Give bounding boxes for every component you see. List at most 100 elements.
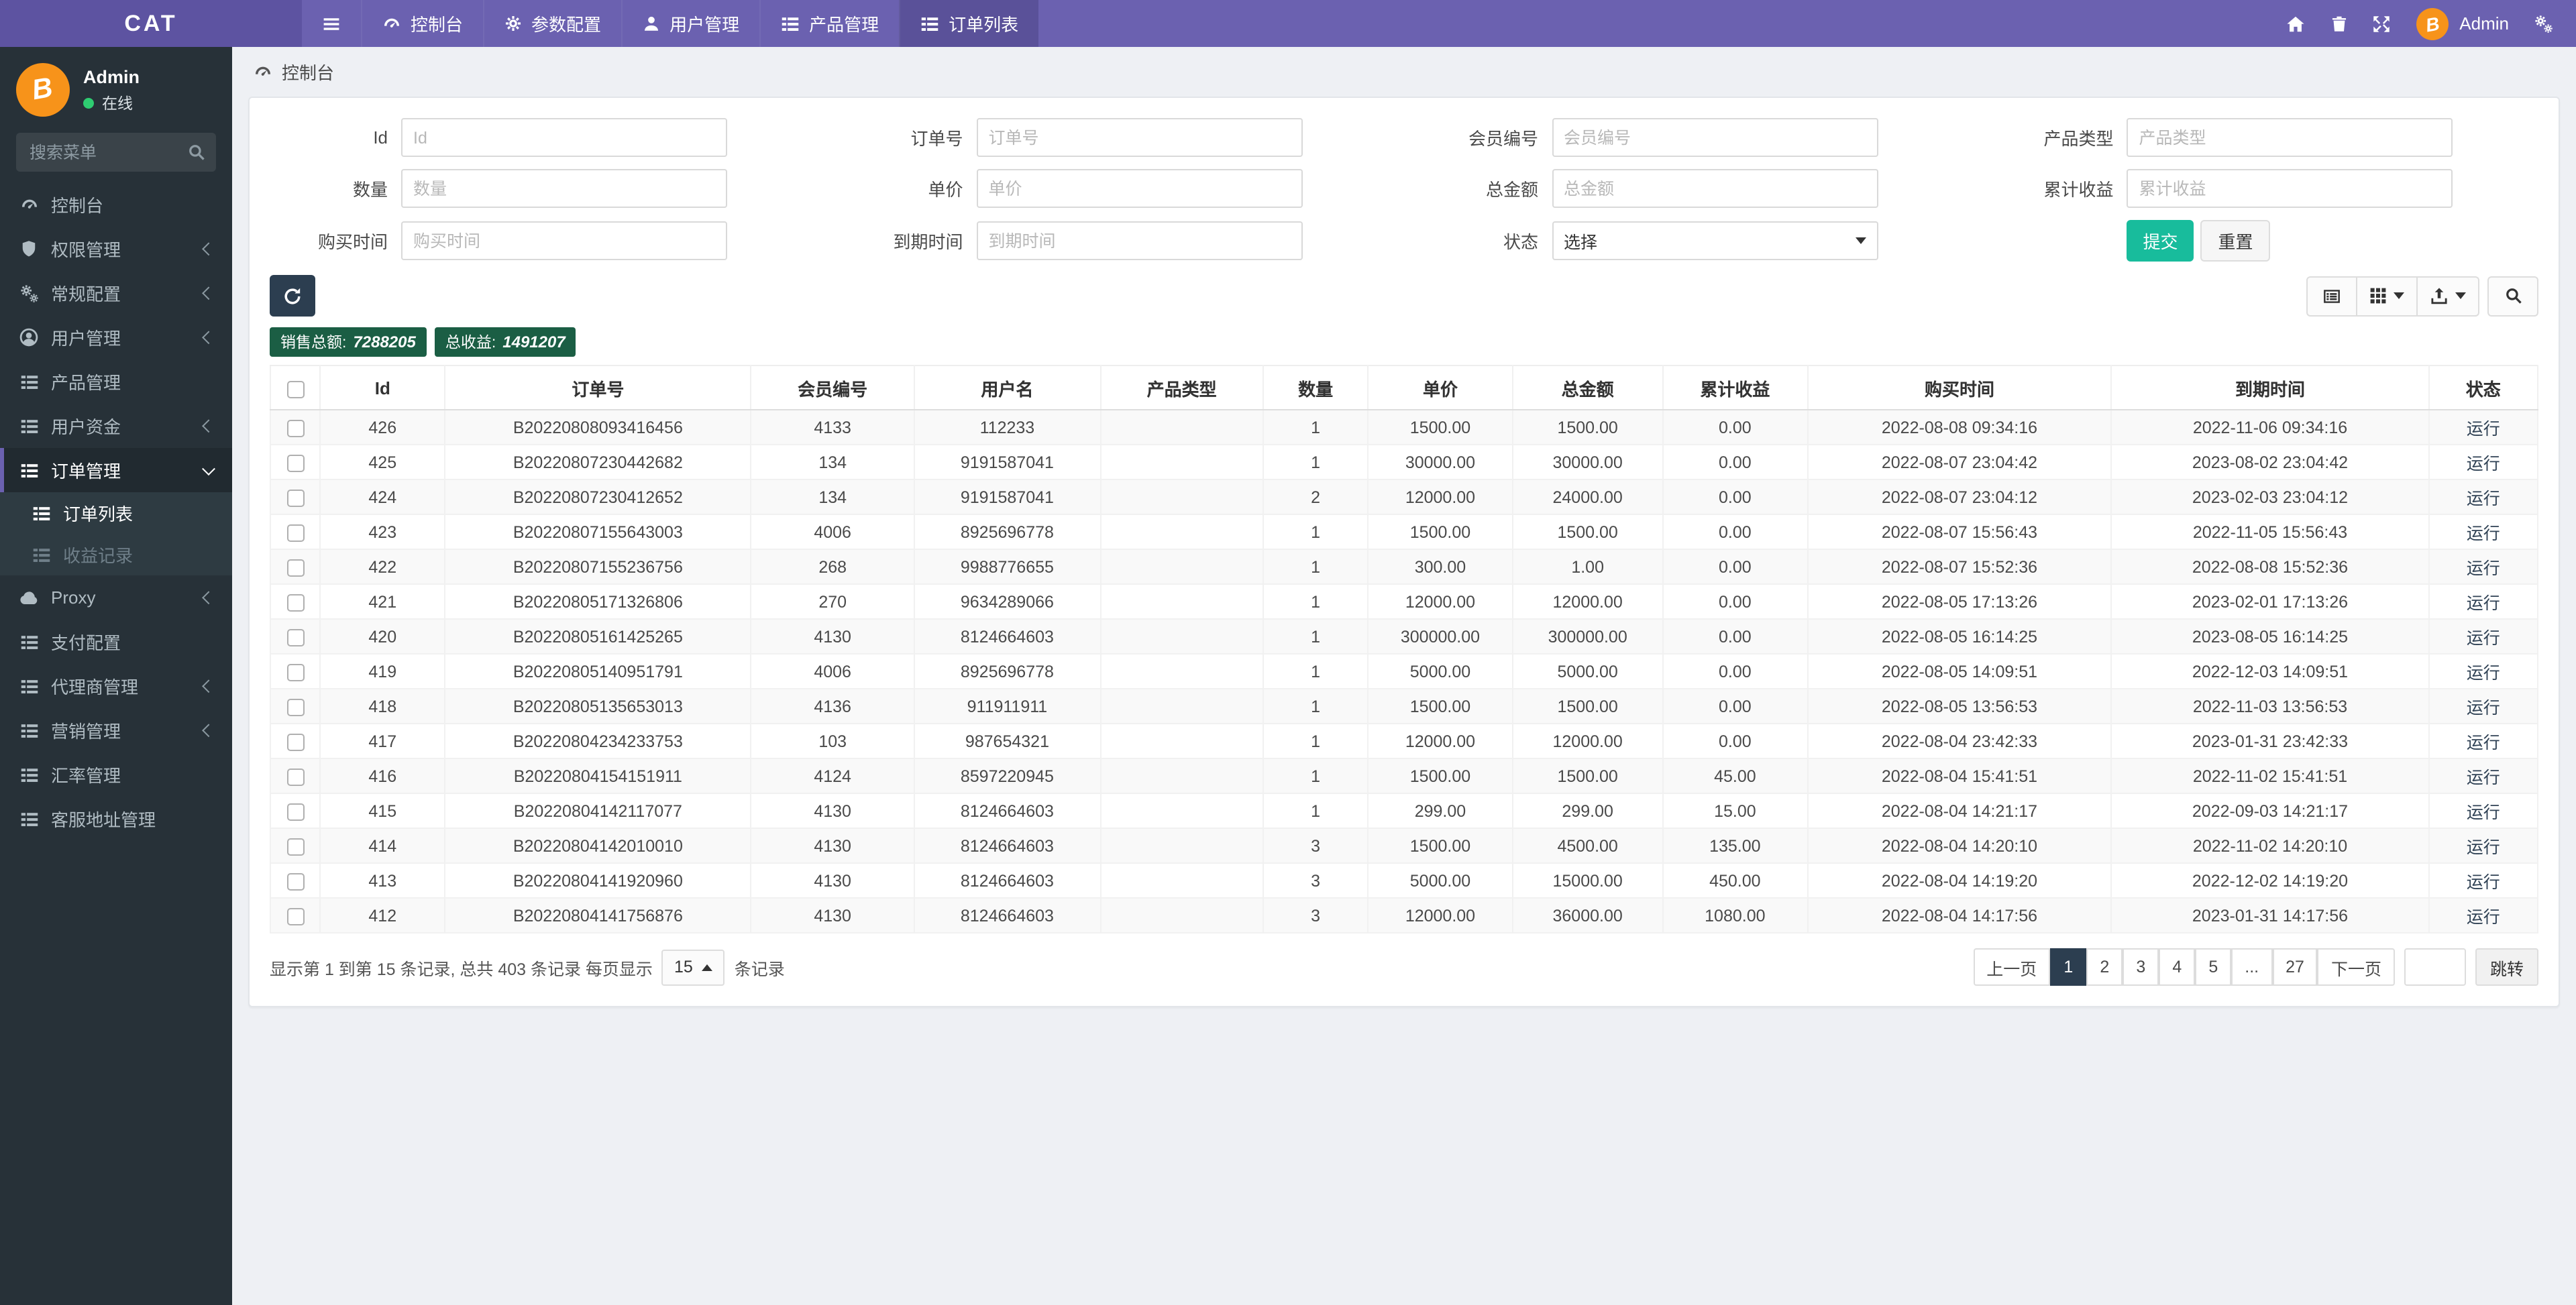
chevron-left-icon bbox=[202, 330, 215, 344]
sidebar-sublink-order-list[interactable]: 订单列表 bbox=[0, 492, 232, 534]
accumulated-profit-input[interactable] bbox=[2127, 169, 2453, 208]
search-toggle-button[interactable] bbox=[2487, 276, 2538, 316]
page-button-3[interactable]: 3 bbox=[2123, 948, 2159, 986]
settings-button[interactable] bbox=[2522, 0, 2565, 47]
page-button-4[interactable]: 4 bbox=[2159, 948, 2196, 986]
cell: 2022-08-04 14:19:20 bbox=[1807, 862, 2112, 899]
topnav-item-order-list[interactable]: 订单列表 bbox=[899, 0, 1039, 47]
export-button[interactable] bbox=[2416, 276, 2479, 316]
row-checkbox[interactable] bbox=[286, 698, 305, 716]
topnav-item-label: 用户管理 bbox=[669, 15, 740, 35]
cell: B20220807155643003 bbox=[444, 514, 752, 550]
row-checkbox[interactable] bbox=[286, 663, 305, 681]
order-no-input[interactable] bbox=[976, 118, 1303, 157]
home-button[interactable] bbox=[2274, 0, 2317, 47]
topnav-item-params-config[interactable]: 参数配置 bbox=[483, 0, 621, 47]
sidebar-link-marketing-management[interactable]: 营销管理 bbox=[0, 708, 232, 752]
cell bbox=[1099, 828, 1265, 864]
sidebar-link-product-management[interactable]: 产品管理 bbox=[0, 359, 232, 404]
topnav-item-dashboard[interactable]: 控制台 bbox=[361, 0, 483, 47]
sidebar-link-agent-management[interactable]: 代理商管理 bbox=[0, 664, 232, 708]
sidebar-link-permission-management[interactable]: 权限管理 bbox=[0, 227, 232, 271]
sidebar-sublink-profit-records[interactable]: 收益记录 bbox=[0, 534, 232, 575]
row-checkbox[interactable] bbox=[286, 838, 305, 856]
page-jump-button[interactable]: 跳转 bbox=[2475, 948, 2538, 986]
row-checkbox-cell bbox=[269, 653, 321, 689]
sidebar-subitem-order-list: 订单列表 bbox=[0, 492, 232, 534]
status-select[interactable]: 选择 bbox=[1552, 221, 1878, 260]
sidebar-link-exchange-rate-management[interactable]: 汇率管理 bbox=[0, 752, 232, 797]
id-input[interactable] bbox=[401, 118, 727, 157]
toggle-view-button[interactable] bbox=[2306, 276, 2357, 316]
row-checkbox-cell bbox=[269, 479, 321, 515]
sidebar-link-payment-config[interactable]: 支付配置 bbox=[0, 620, 232, 664]
unit-price-input[interactable] bbox=[976, 169, 1303, 208]
page-jump-input[interactable] bbox=[2404, 948, 2466, 986]
status-text: 运行 bbox=[2428, 444, 2539, 480]
refresh-button[interactable] bbox=[270, 275, 315, 317]
cell: 413 bbox=[319, 862, 446, 899]
table-row: 426 B20220808093416456 4133 112233 1 1500.00 1… bbox=[269, 409, 2539, 445]
cell: 0.00 bbox=[1662, 514, 1809, 550]
page-button-5[interactable]: 5 bbox=[2195, 948, 2232, 986]
total-amount-input[interactable] bbox=[1552, 169, 1878, 208]
cell: 2022-11-05 15:56:43 bbox=[2110, 514, 2430, 550]
sidebar-user-name: Admin bbox=[83, 66, 140, 87]
row-checkbox[interactable] bbox=[286, 733, 305, 751]
cell: 0.00 bbox=[1662, 653, 1809, 689]
cell: 0.00 bbox=[1662, 549, 1809, 585]
sidebar-link-dashboard[interactable]: 控制台 bbox=[0, 182, 232, 227]
row-checkbox[interactable] bbox=[286, 768, 305, 786]
sidebar-item-agent-management: 代理商管理 bbox=[0, 664, 232, 708]
cell: 9988776655 bbox=[913, 549, 1101, 585]
clear-cache-button[interactable] bbox=[2317, 0, 2360, 47]
topnav-item-product-management[interactable]: 产品管理 bbox=[759, 0, 899, 47]
prev-page-button[interactable]: 上一页 bbox=[1973, 948, 2051, 986]
row-checkbox[interactable] bbox=[286, 872, 305, 891]
user-menu[interactable]: B Admin bbox=[2403, 0, 2522, 47]
row-checkbox[interactable] bbox=[286, 593, 305, 612]
cell: 103 bbox=[750, 723, 915, 759]
columns-button[interactable] bbox=[2356, 276, 2418, 316]
cell: 300000.00 bbox=[1512, 618, 1664, 655]
table-row: 412 B20220804141756876 4130 8124664603 3 1200… bbox=[269, 897, 2539, 933]
sidebar-toggle-button[interactable] bbox=[302, 0, 361, 47]
page-button-1[interactable]: 1 bbox=[2050, 948, 2087, 986]
sidebar-link-general-config[interactable]: 常规配置 bbox=[0, 271, 232, 315]
sidebar-link-user-management[interactable]: 用户管理 bbox=[0, 315, 232, 359]
product-type-input[interactable] bbox=[2127, 118, 2453, 157]
row-checkbox[interactable] bbox=[286, 559, 305, 577]
sidebar-link-proxy[interactable]: Proxy bbox=[0, 575, 232, 620]
row-checkbox[interactable] bbox=[286, 419, 305, 437]
submit-button[interactable]: 提交 bbox=[2127, 220, 2194, 262]
reset-button[interactable]: 重置 bbox=[2200, 220, 2271, 262]
page-size-dropdown[interactable]: 15 bbox=[661, 949, 725, 985]
brand-logo[interactable]: CAT bbox=[0, 0, 302, 47]
next-page-button[interactable]: 下一页 bbox=[2317, 948, 2395, 986]
page-list: 上一页 1 2 3 4 5... 27 下一页 bbox=[1973, 948, 2395, 986]
topnav-item-user-management[interactable]: 用户管理 bbox=[621, 0, 759, 47]
cell: 0.00 bbox=[1662, 409, 1809, 445]
row-checkbox[interactable] bbox=[286, 803, 305, 821]
row-checkbox[interactable] bbox=[286, 628, 305, 646]
select-all-checkbox[interactable] bbox=[286, 380, 305, 398]
page-button-27[interactable]: 27 bbox=[2272, 948, 2318, 986]
sidebar-link-service-address-management[interactable]: 客服地址管理 bbox=[0, 797, 232, 841]
cell: 2022-08-04 14:20:10 bbox=[1807, 828, 2112, 864]
cell: 270 bbox=[750, 583, 915, 620]
row-checkbox[interactable] bbox=[286, 907, 305, 925]
buy-time-input[interactable] bbox=[401, 221, 727, 260]
cell: 4500.00 bbox=[1512, 828, 1664, 864]
sidebar-link-order-management[interactable]: 订单管理 bbox=[0, 448, 232, 492]
member-no-input[interactable] bbox=[1552, 118, 1878, 157]
row-checkbox[interactable] bbox=[286, 489, 305, 507]
expire-time-input[interactable] bbox=[976, 221, 1303, 260]
page-button-2[interactable]: 2 bbox=[2086, 948, 2123, 986]
cell bbox=[1099, 479, 1265, 515]
sidebar-link-user-funds[interactable]: 用户资金 bbox=[0, 404, 232, 448]
fullscreen-button[interactable] bbox=[2360, 0, 2403, 47]
row-checkbox[interactable] bbox=[286, 524, 305, 542]
row-checkbox[interactable] bbox=[286, 454, 305, 472]
menu-search-input[interactable] bbox=[16, 133, 216, 172]
quantity-input[interactable] bbox=[401, 169, 727, 208]
